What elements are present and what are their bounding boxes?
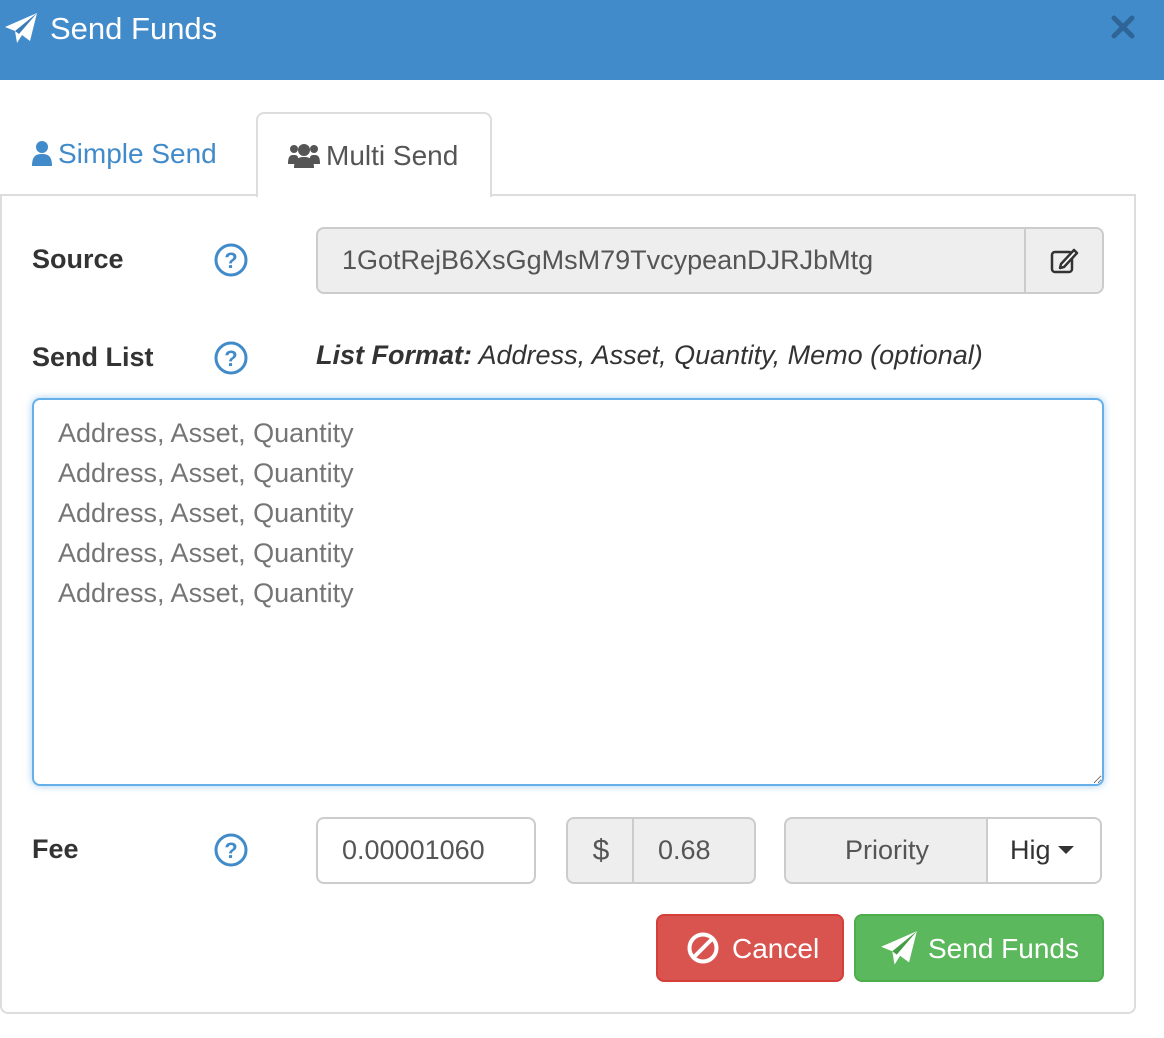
tab-multi-send[interactable]: Multi Send <box>256 112 492 196</box>
list-format-text: Address, Asset, Quantity, Memo (optional… <box>472 340 983 370</box>
fee-label: Fee <box>32 834 79 864</box>
fee-amount-field[interactable]: 0.00001060 <box>316 817 536 884</box>
priority-label: Priority <box>784 817 988 884</box>
send-list-textarea[interactable] <box>32 398 1104 786</box>
cancel-button-label: Cancel <box>732 933 820 964</box>
chevron-down-icon <box>1058 846 1074 854</box>
send-list-label: Send List <box>32 342 154 372</box>
edit-source-button[interactable] <box>1024 227 1104 294</box>
ban-icon <box>687 932 719 964</box>
list-format-label: List Format: <box>316 340 473 370</box>
svg-text:?: ? <box>224 346 237 371</box>
tab-simple-send-label: Simple Send <box>58 138 217 169</box>
paper-plane-icon <box>5 13 37 43</box>
help-icon[interactable]: ? <box>214 341 248 375</box>
user-icon <box>32 140 52 166</box>
active-tab-gap <box>256 193 492 197</box>
send-funds-button[interactable]: Send Funds <box>854 914 1104 982</box>
usd-symbol-addon: $ <box>566 817 634 884</box>
cancel-button[interactable]: Cancel <box>656 914 844 982</box>
edit-icon <box>1050 248 1079 274</box>
svg-text:?: ? <box>224 838 237 863</box>
users-icon <box>288 143 320 168</box>
tab-simple-send[interactable]: Simple Send <box>0 112 256 196</box>
svg-text:?: ? <box>224 248 237 273</box>
help-icon[interactable]: ? <box>214 243 248 277</box>
fee-usd-value: 0.68 <box>632 817 756 884</box>
priority-dropdown[interactable]: Hig <box>986 817 1102 884</box>
send-funds-button-label: Send Funds <box>928 933 1079 964</box>
modal-title: Send Funds <box>50 11 218 46</box>
help-icon[interactable]: ? <box>214 833 248 867</box>
paper-plane-icon <box>881 931 917 965</box>
tab-multi-send-label: Multi Send <box>326 140 459 171</box>
source-address-field[interactable]: 1GotRejB6XsGgMsM79TvcypeanDJRJbMtg <box>316 227 1026 294</box>
close-icon[interactable] <box>1108 12 1138 42</box>
list-format-hint: List Format: Address, Asset, Quantity, M… <box>316 340 983 371</box>
source-label: Source <box>32 244 124 274</box>
modal-header: Send Funds <box>0 0 1164 80</box>
